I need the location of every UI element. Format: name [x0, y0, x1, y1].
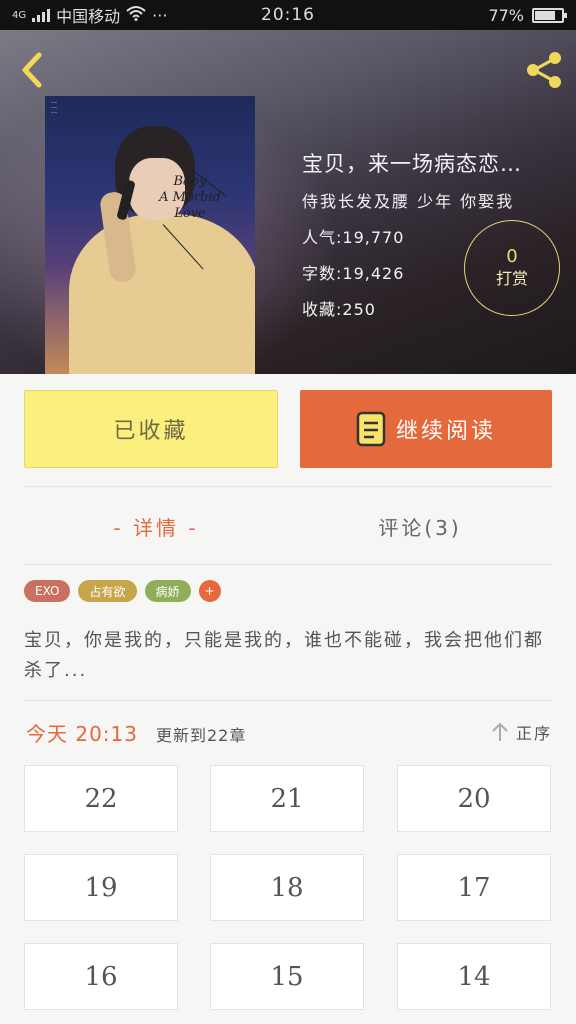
continue-reading-label: 继续阅读: [395, 419, 496, 444]
chapter-button[interactable]: 15: [210, 943, 364, 1010]
reward-label: 打赏: [495, 269, 528, 288]
book-author: 侍我长发及腰 少年 你娶我: [302, 192, 515, 211]
wifi-icon: [126, 5, 146, 25]
cover-title: Baby A Morbid Love: [159, 174, 221, 221]
favorite-label: 已收藏: [113, 419, 189, 444]
battery-icon: [532, 7, 567, 23]
tag-chip[interactable]: EXO: [24, 580, 71, 602]
continue-reading-button[interactable]: 继续阅读: [300, 390, 552, 468]
divider: [24, 486, 552, 487]
reward-button[interactable]: 0 打赏: [464, 220, 560, 316]
chapter-button[interactable]: 20: [397, 765, 551, 832]
book-header: ····· ····· ····· Baby A Morbid Love 宝贝，来一…: [0, 30, 576, 374]
reward-count: 0: [506, 246, 518, 267]
tag-list: EXO 占有欲 病娇 +: [24, 580, 221, 602]
sort-button[interactable]: 正序: [490, 720, 552, 744]
book-title: 宝贝，来一场病态恋…: [302, 152, 522, 176]
divider: [24, 564, 552, 565]
favorite-button[interactable]: 已收藏: [24, 390, 278, 468]
update-time: 今天 20:13: [26, 722, 138, 746]
chapter-button[interactable]: 14: [397, 943, 551, 1010]
share-button[interactable]: [522, 48, 566, 92]
battery-percent: 77%: [488, 5, 524, 25]
back-button[interactable]: [14, 50, 50, 90]
tab-detail[interactable]: - 详情 -: [24, 500, 288, 552]
network-type: 4G: [12, 9, 27, 21]
share-icon: [527, 52, 561, 88]
tab-comments[interactable]: 评论(3): [288, 500, 552, 552]
chapter-button[interactable]: 18: [210, 854, 364, 921]
signal-icon: [32, 8, 51, 22]
book-cover: ····· ····· ····· Baby A Morbid Love: [45, 96, 255, 374]
chapter-button[interactable]: 19: [24, 854, 178, 921]
cover-small-print: ····· ····· ·····: [51, 100, 58, 115]
arrow-up-icon: [492, 722, 508, 741]
chapter-button[interactable]: 16: [24, 943, 178, 1010]
sort-label: 正序: [515, 724, 552, 743]
tag-chip[interactable]: 占有欲: [78, 580, 137, 602]
divider: [24, 700, 552, 701]
book-summary: 宝贝，你是我的，只能是我的，谁也不能碰，我会把他们都杀了...: [24, 630, 544, 681]
chapter-button[interactable]: 17: [397, 854, 551, 921]
book-icon: [356, 411, 386, 447]
status-bar: 4G 中国移动 ··· 20:16 77%: [0, 0, 576, 30]
carrier-name: 中国移动: [56, 7, 121, 26]
chapter-button[interactable]: 21: [210, 765, 364, 832]
status-dots: ···: [152, 5, 168, 25]
add-tag-button[interactable]: +: [198, 580, 221, 602]
chevron-left-icon: [22, 52, 42, 88]
update-text: 更新到22章: [156, 726, 247, 745]
chapter-button[interactable]: 22: [24, 765, 178, 832]
tag-chip[interactable]: 病娇: [144, 580, 191, 602]
